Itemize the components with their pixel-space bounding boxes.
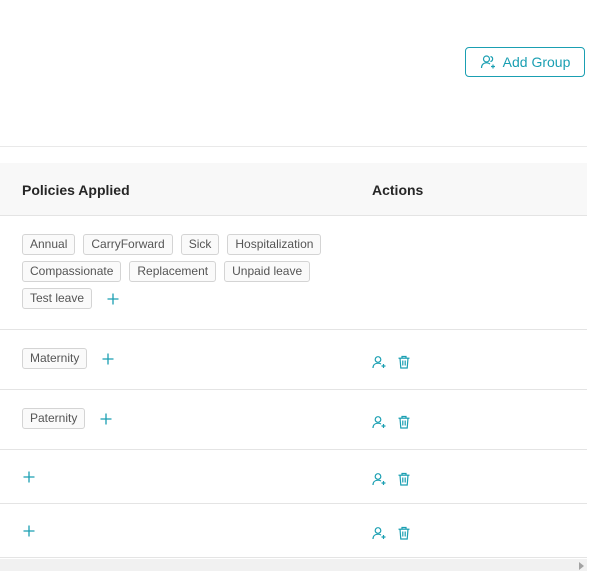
add-user-icon[interactable] — [372, 526, 386, 540]
policy-tag-list: Maternity — [22, 348, 352, 375]
add-policy-plus-icon[interactable] — [101, 352, 115, 366]
policy-tag-list: Paternity — [22, 408, 352, 435]
policy-tag-list — [22, 504, 352, 557]
row-actions — [372, 415, 411, 429]
trash-icon[interactable] — [397, 355, 411, 369]
trash-icon[interactable] — [397, 526, 411, 540]
column-header-policies: Policies Applied — [22, 182, 130, 198]
row-actions — [372, 355, 411, 369]
policy-tag: Hospitalization — [227, 234, 322, 255]
policy-tag: CarryForward — [83, 234, 173, 255]
trash-icon[interactable] — [397, 415, 411, 429]
policy-tag: Maternity — [22, 348, 88, 369]
add-policy-plus-icon[interactable] — [22, 470, 36, 484]
policy-tag-list: Annual CarryForward Sick Hospitalization Com… — [22, 234, 352, 315]
policy-tag: Test leave — [22, 288, 93, 309]
policy-tag: Compassionate — [22, 261, 122, 282]
trash-icon[interactable] — [397, 472, 411, 486]
user-group-icon — [480, 54, 496, 70]
policy-tag: Replacement — [129, 261, 217, 282]
policy-tag-list — [22, 450, 352, 503]
table-row — [0, 504, 587, 558]
divider — [0, 146, 587, 147]
add-policy-plus-icon[interactable] — [106, 292, 120, 306]
table-row: Paternity — [0, 390, 587, 450]
table-row — [0, 450, 587, 504]
row-actions — [372, 526, 411, 540]
policy-groups-table: Policies Applied Actions Annual CarryForw… — [0, 163, 587, 558]
table-row: Maternity — [0, 330, 587, 390]
policy-tag: Sick — [180, 234, 220, 255]
add-policy-plus-icon[interactable] — [22, 524, 36, 538]
add-policy-plus-icon[interactable] — [99, 412, 113, 426]
scroll-right-arrow-icon[interactable] — [579, 562, 584, 570]
add-user-icon[interactable] — [372, 472, 386, 486]
table-header: Policies Applied Actions — [0, 163, 587, 216]
policy-tag: Unpaid leave — [224, 261, 311, 282]
add-group-label: Add Group — [502, 54, 571, 70]
column-header-actions: Actions — [372, 182, 424, 198]
add-group-button[interactable]: Add Group — [465, 47, 585, 77]
policy-tag: Annual — [22, 234, 76, 255]
row-actions — [372, 472, 411, 486]
policy-groups-page: Add Group Policies Applied Actions Annua… — [0, 0, 599, 571]
horizontal-scrollbar[interactable] — [0, 559, 587, 571]
add-user-icon[interactable] — [372, 355, 386, 369]
add-user-icon[interactable] — [372, 415, 386, 429]
table-row: Annual CarryForward Sick Hospitalization Com… — [0, 216, 587, 330]
policy-tag: Paternity — [22, 408, 86, 429]
